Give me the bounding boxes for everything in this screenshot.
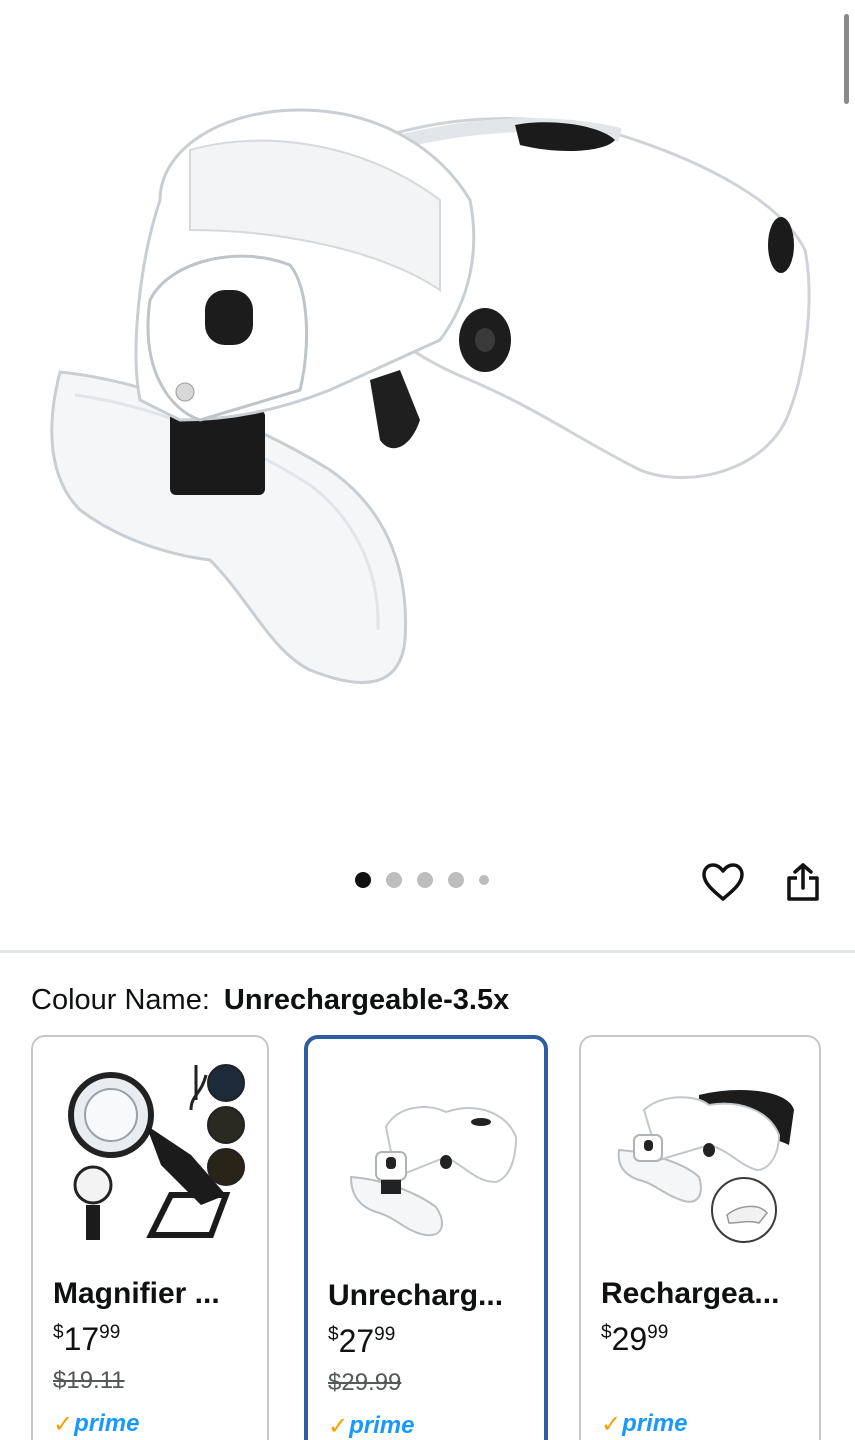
prime-badge: ✓ prime [601,1410,688,1438]
carousel-dot-2[interactable] [386,872,402,888]
image-carousel-dots[interactable] [355,872,489,888]
colour-name-label: Colour Name: [31,984,210,1016]
head-magnifier-glasses-image [50,108,811,684]
heart-icon [702,863,744,901]
variant-price: $2799 [328,1323,396,1359]
variant-option-unrechargeable[interactable]: Unrecharg... $2799 $29.99 ✓ prime [304,1035,548,1440]
share-button[interactable] [777,856,829,908]
prime-check-icon: ✓ [328,1412,349,1440]
favorite-button[interactable] [697,856,749,908]
variant-price: $1799 [53,1321,121,1357]
carousel-dot-4[interactable] [448,872,464,888]
variant-title: Unrecharg... [328,1279,504,1312]
handheld-magnifier-thumbnail [68,1064,245,1240]
product-page: Colour Name: Unrechargeable-3.5x Magnifie… [0,0,855,1440]
carousel-dot-5[interactable] [479,875,489,885]
variant-option-magnifier[interactable]: Magnifier ... $1799 $19.11 ✓ prime [31,1035,269,1440]
variant-title: Magnifier ... [53,1277,220,1310]
carousel-dot-1[interactable] [355,872,371,888]
share-icon [787,863,819,901]
head-magnifier-thumbnail [349,1106,518,1237]
scrollbar[interactable] [844,14,849,104]
variant-title: Rechargea... [601,1277,780,1310]
variant-options: Magnifier ... $1799 $19.11 ✓ prime Unrech… [31,1035,851,1440]
product-image[interactable] [0,0,855,850]
variant-selection-header: Colour Name: Unrechargeable-3.5x [31,980,509,1020]
rechargeable-head-magnifier-thumbnail [617,1090,794,1243]
variant-price: $2999 [601,1321,669,1357]
prime-badge: ✓ prime [53,1410,140,1438]
variant-option-rechargeable[interactable]: Rechargea... $2999 ✓ prime [579,1035,821,1440]
prime-check-icon: ✓ [53,1410,74,1438]
variant-list-price: $19.11 [53,1367,125,1394]
variant-list-price: $29.99 [328,1369,402,1396]
prime-check-icon: ✓ [601,1410,622,1438]
colour-name-value: Unrechargeable-3.5x [223,984,510,1016]
section-divider [0,950,855,953]
prime-badge: ✓ prime [328,1412,415,1440]
carousel-dot-3[interactable] [417,872,433,888]
